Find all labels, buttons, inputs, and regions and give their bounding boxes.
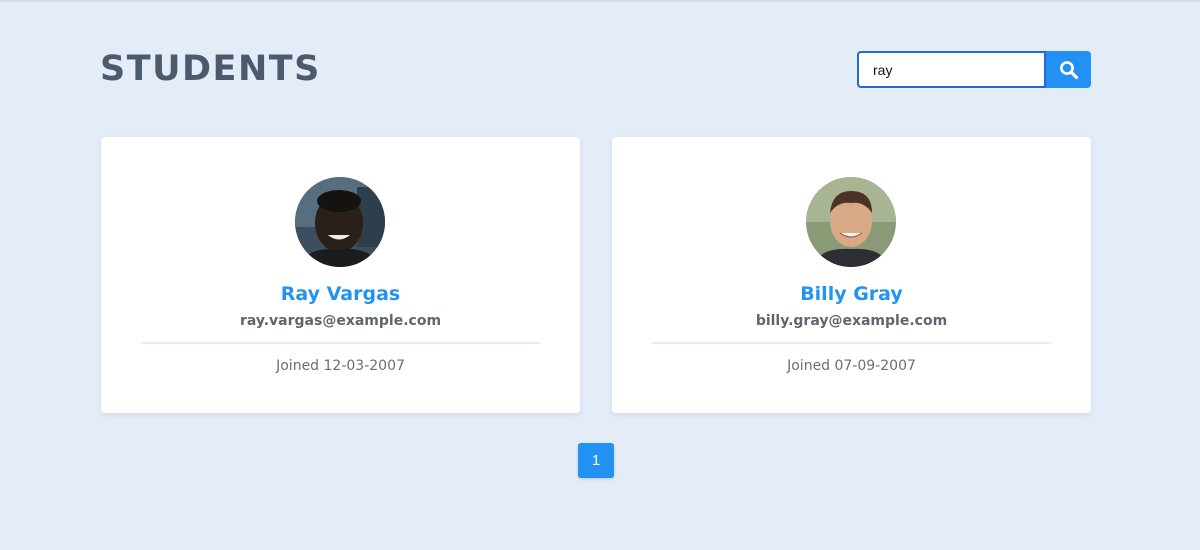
search-bar	[857, 51, 1091, 88]
student-name[interactable]: Billy Gray	[612, 282, 1091, 306]
top-border	[0, 0, 1200, 2]
student-email: billy.gray@example.com	[755, 313, 948, 329]
student-email: ray.vargas@example.com	[239, 313, 442, 329]
student-joined-date: Joined 07-09-2007	[787, 358, 916, 374]
divider	[652, 342, 1051, 344]
search-button[interactable]	[1046, 51, 1091, 88]
student-name[interactable]: Ray Vargas	[101, 282, 580, 306]
pagination-page-1[interactable]: 1	[578, 443, 614, 478]
student-card: Billy Gray billy.gray@example.com Joined…	[612, 137, 1091, 413]
avatar	[295, 177, 385, 267]
search-icon	[1059, 60, 1078, 79]
page-title: STUDENTS	[100, 49, 321, 89]
divider	[141, 342, 540, 344]
search-input[interactable]	[857, 51, 1046, 88]
avatar	[806, 177, 896, 267]
student-joined-date: Joined 12-03-2007	[276, 358, 405, 374]
student-card: Ray Vargas ray.vargas@example.com Joined…	[101, 137, 580, 413]
